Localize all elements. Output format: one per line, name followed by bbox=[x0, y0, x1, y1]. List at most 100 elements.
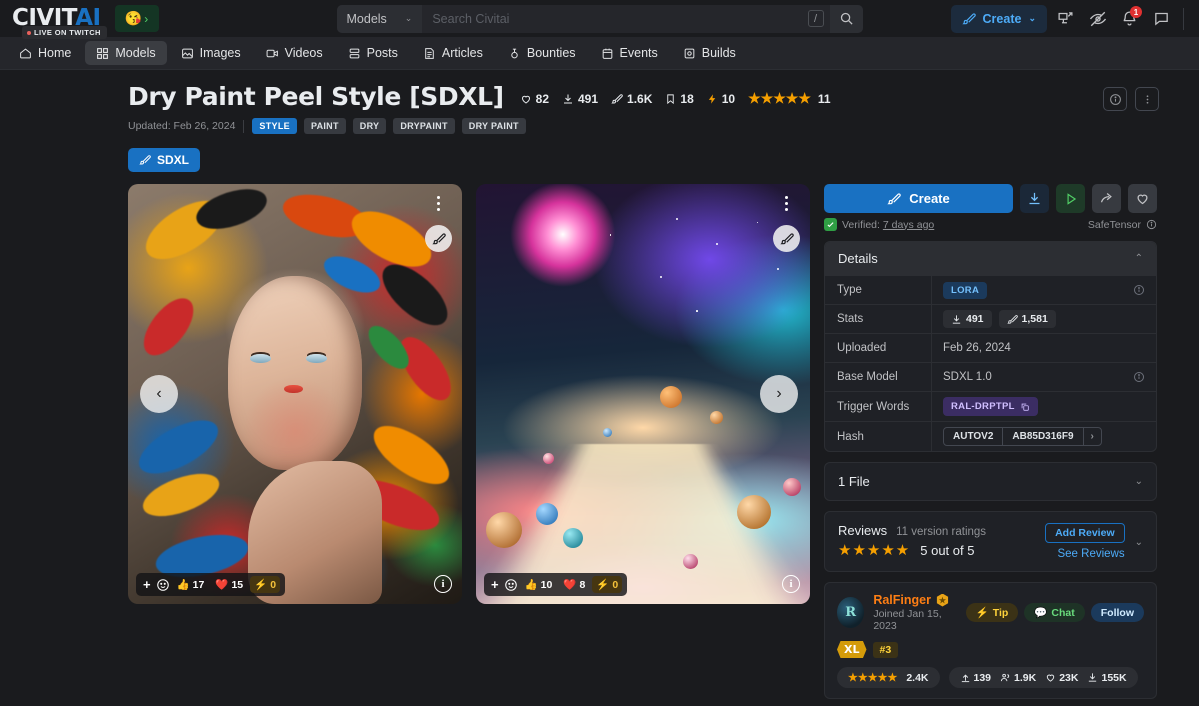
model-meta-row: Updated: Feb 26, 2024 STYLE PAINT DRY DR… bbox=[128, 118, 1159, 134]
nav-item-images[interactable]: Images bbox=[170, 41, 252, 65]
slash-shortcut-key: / bbox=[807, 10, 824, 27]
create-menu-button[interactable]: Create ⌄ bbox=[950, 4, 1047, 33]
verified-shield-icon bbox=[824, 218, 837, 231]
reaction-count: 15 bbox=[231, 578, 244, 591]
tip-button[interactable]: ⚡ Tip bbox=[965, 603, 1019, 622]
creator-followers: 1.9K bbox=[1000, 672, 1036, 684]
create-button[interactable]: Create bbox=[824, 184, 1013, 213]
nav-item-videos[interactable]: Videos bbox=[255, 41, 334, 65]
nav-item-posts[interactable]: Posts bbox=[337, 41, 409, 65]
toolbar-divider bbox=[1183, 7, 1184, 30]
reaction-heart[interactable]: ❤️ 15 bbox=[211, 576, 247, 593]
gallery-image-1[interactable]: ‹ + 👍 17 ❤️ 15 ⚡ 0 i bbox=[128, 184, 462, 604]
chevron-down-icon[interactable]: ⌄ bbox=[1135, 523, 1143, 548]
notifications-button[interactable]: 1 bbox=[1116, 5, 1143, 32]
grid-icon bbox=[96, 47, 109, 60]
tag-paint[interactable]: PAINT bbox=[303, 118, 346, 134]
image-remix-button[interactable] bbox=[425, 225, 452, 252]
detail-label: Stats bbox=[825, 305, 932, 333]
reaction-thumbsup[interactable]: 👍 10 bbox=[521, 576, 557, 593]
details-panel-header[interactable]: Details ⌃ bbox=[825, 242, 1156, 275]
image-info-button[interactable]: i bbox=[434, 575, 452, 593]
image-more-menu-button[interactable] bbox=[433, 192, 444, 215]
favorite-button[interactable] bbox=[1128, 184, 1157, 213]
gallery-image-2[interactable]: › + 👍 10 ❤️ 8 ⚡ 0 i bbox=[476, 184, 810, 604]
reviews-title-row: Reviews 11 version ratings bbox=[838, 523, 1035, 538]
search-input-placeholder: Search Civitai bbox=[432, 11, 510, 26]
search-submit-button[interactable] bbox=[829, 4, 863, 33]
hash-group[interactable]: AUTOV2 AB85D316F9 › bbox=[943, 427, 1102, 446]
nav-item-bounties[interactable]: Bounties bbox=[497, 41, 587, 65]
model-more-menu-button[interactable] bbox=[1135, 87, 1159, 111]
creator-name[interactable]: RalFinger bbox=[873, 593, 931, 607]
portrait-face bbox=[228, 276, 362, 470]
files-panel[interactable]: 1 File ⌄ bbox=[824, 462, 1157, 501]
info-icon bbox=[1109, 93, 1121, 105]
image-more-menu-button[interactable] bbox=[781, 192, 792, 215]
download-button[interactable] bbox=[1020, 184, 1049, 213]
see-reviews-link[interactable]: See Reviews bbox=[1057, 548, 1124, 560]
reaction-thumbsup[interactable]: 👍 17 bbox=[173, 576, 209, 593]
reaction-buzz[interactable]: ⚡ 0 bbox=[250, 576, 281, 593]
nav-label: Images bbox=[199, 46, 241, 60]
tag-dry-paint[interactable]: DRY PAINT bbox=[461, 118, 526, 134]
verified-time-link[interactable]: 7 days ago bbox=[883, 219, 934, 231]
share-button[interactable] bbox=[1092, 184, 1121, 213]
brush-icon bbox=[887, 192, 902, 204]
detail-value: Feb 26, 2024 bbox=[943, 342, 1011, 354]
info-icon[interactable] bbox=[1133, 371, 1145, 383]
model-type-chip: LORA bbox=[943, 281, 988, 299]
search-input-wrap[interactable]: Search Civitai bbox=[422, 12, 807, 26]
image-info-button[interactable]: i bbox=[782, 575, 800, 593]
reaction-heart[interactable]: ❤️ 8 bbox=[559, 576, 589, 593]
carousel-next-button[interactable]: › bbox=[760, 375, 798, 413]
chat-button[interactable]: 💬 Chat bbox=[1024, 603, 1085, 622]
stat-likes[interactable]: 82 bbox=[520, 92, 549, 106]
chat-button[interactable] bbox=[1148, 5, 1175, 32]
nav-item-articles[interactable]: Articles bbox=[412, 41, 494, 65]
tag-drypaint[interactable]: DRYPAINT bbox=[393, 118, 455, 134]
avatar[interactable]: R bbox=[837, 597, 865, 628]
model-info-button[interactable] bbox=[1103, 87, 1127, 111]
generator-screen-button[interactable] bbox=[1052, 5, 1079, 32]
reviews-actions: Add Review See Reviews bbox=[1045, 523, 1125, 560]
nav-item-home[interactable]: Home bbox=[8, 41, 82, 65]
trigger-word-text: RAL-DRPTPL bbox=[951, 401, 1015, 412]
follow-button[interactable]: Follow bbox=[1090, 603, 1144, 622]
nav-item-models[interactable]: Models bbox=[85, 41, 167, 65]
emoji-picker-icon[interactable] bbox=[156, 578, 170, 592]
add-reaction-button[interactable]: + bbox=[141, 577, 153, 592]
model-content: ‹ + 👍 17 ❤️ 15 ⚡ 0 i › + 👍 10 ❤️ 8 ⚡ 0 i… bbox=[128, 184, 1159, 699]
site-logo[interactable]: CIVITAI LIVE ON TWITCH bbox=[12, 7, 107, 39]
search-category-select[interactable]: Models ⌄ bbox=[336, 4, 423, 33]
nav-item-builds[interactable]: Builds bbox=[672, 41, 747, 65]
search-box[interactable]: Models ⌄ Search Civitai / bbox=[336, 4, 863, 33]
heart-icon bbox=[1047, 674, 1055, 682]
tag-dry[interactable]: DRY bbox=[352, 118, 387, 134]
toggle-blur-button[interactable] bbox=[1084, 5, 1111, 32]
carousel-prev-button[interactable]: ‹ bbox=[140, 375, 178, 413]
stat-rating[interactable]: ★★★★★ 11 bbox=[748, 90, 830, 107]
info-icon[interactable] bbox=[1133, 284, 1145, 296]
chevron-right-icon[interactable]: › bbox=[1084, 428, 1101, 445]
nav-item-events[interactable]: Events bbox=[590, 41, 669, 65]
version-tab-sdxl[interactable]: SDXL bbox=[128, 148, 201, 172]
hash-value: AB85D316F9 bbox=[1003, 428, 1084, 445]
trigger-word-chip[interactable]: RAL-DRPTPL bbox=[943, 397, 1038, 416]
add-reaction-button[interactable]: + bbox=[489, 577, 501, 592]
top-bar-actions: Create ⌄ 1 bbox=[950, 4, 1187, 33]
image-2-overlay-actions bbox=[773, 192, 800, 252]
add-review-button[interactable]: Add Review bbox=[1045, 523, 1125, 543]
image-remix-button[interactable] bbox=[773, 225, 800, 252]
twitch-live-badge[interactable]: LIVE ON TWITCH bbox=[22, 26, 107, 39]
run-model-button[interactable] bbox=[1056, 184, 1085, 213]
reaction-count: 17 bbox=[192, 578, 205, 591]
promo-button[interactable]: 😘 › bbox=[114, 5, 159, 32]
model-header: Dry Paint Peel Style [SDXL] 82 491 1.6K … bbox=[128, 83, 1159, 111]
heart-icon bbox=[1137, 194, 1148, 205]
tag-style[interactable]: STYLE bbox=[252, 118, 297, 134]
safetensor-label: SafeTensor bbox=[1087, 218, 1141, 231]
emoji-picker-icon[interactable] bbox=[504, 578, 518, 592]
xl-badge: XL bbox=[837, 641, 867, 658]
reaction-buzz[interactable]: ⚡ 0 bbox=[592, 576, 623, 593]
